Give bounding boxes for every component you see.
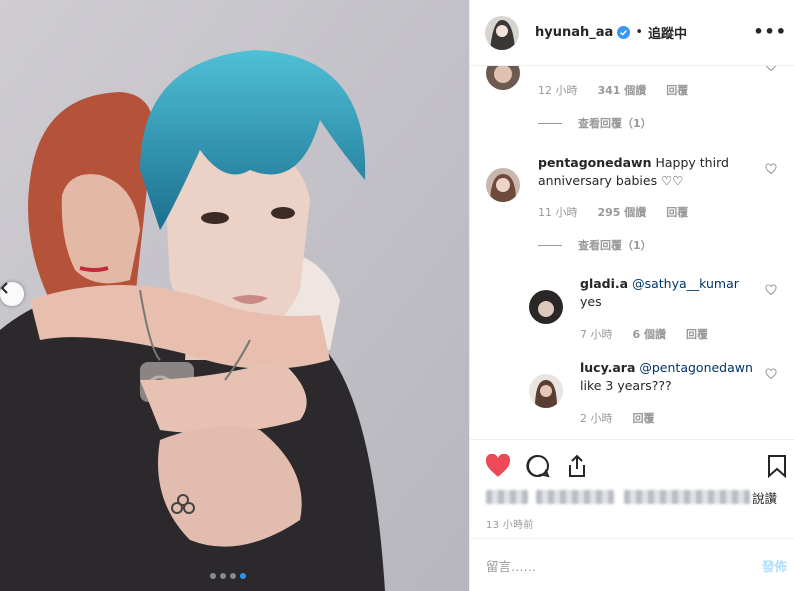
carousel-dot-active bbox=[240, 573, 246, 579]
comment-icon[interactable] bbox=[525, 454, 551, 478]
reply-body: yes bbox=[580, 294, 602, 309]
heart-outline-icon[interactable] bbox=[765, 66, 777, 72]
commenter-avatar-image bbox=[486, 66, 520, 90]
reply-button[interactable]: 回覆 bbox=[633, 410, 655, 426]
reply-mention[interactable]: @sathya__kumar bbox=[632, 276, 739, 291]
view-replies-button[interactable]: 查看回覆（1） bbox=[538, 237, 652, 253]
comment-input[interactable]: 留言…… bbox=[486, 556, 536, 575]
view-replies-label: 查看回覆（1） bbox=[578, 239, 652, 252]
commenter-avatar[interactable] bbox=[529, 290, 563, 324]
reply-meta: 7 小時 6 個讚 回覆 bbox=[580, 326, 728, 342]
reply-username[interactable]: gladi.a bbox=[580, 276, 628, 291]
reply-button[interactable]: 回覆 bbox=[686, 326, 708, 342]
liked-by-blurred bbox=[486, 490, 528, 504]
author-username[interactable]: hyunah_aa bbox=[535, 25, 613, 40]
likes-tail: 說讚 bbox=[752, 490, 778, 506]
view-replies-button[interactable]: 查看回覆（1） bbox=[538, 115, 652, 131]
comment-time[interactable]: 12 小時 bbox=[538, 82, 578, 98]
reply-button[interactable]: 回覆 bbox=[666, 82, 688, 98]
bookmark-icon[interactable] bbox=[767, 454, 787, 478]
post-comment-button[interactable]: 發佈 bbox=[762, 556, 787, 575]
post-photo[interactable] bbox=[0, 0, 469, 591]
reply-mention[interactable]: @pentagonedawn bbox=[639, 360, 753, 375]
post-actions: 說讚 13 小時前 bbox=[470, 439, 794, 537]
comment-meta: 12 小時 341 個讚 回覆 bbox=[538, 82, 708, 98]
comment-text: pentagonedawn Happy third anniversary ba… bbox=[538, 154, 758, 190]
carousel-indicator bbox=[210, 573, 246, 579]
verified-badge-icon bbox=[617, 26, 631, 39]
comment-username[interactable]: pentagonedawn bbox=[538, 155, 651, 170]
previous-photo-button[interactable] bbox=[0, 282, 24, 306]
following-button[interactable]: 追蹤中 bbox=[648, 23, 687, 42]
commenter-avatar[interactable] bbox=[486, 66, 520, 90]
reply-body: like 3 years??? bbox=[580, 378, 672, 393]
heart-filled-icon[interactable] bbox=[485, 454, 511, 478]
liked-by-blurred bbox=[624, 490, 750, 504]
author-avatar-image bbox=[485, 15, 519, 50]
replies-divider bbox=[538, 244, 562, 246]
carousel-dot bbox=[210, 573, 216, 579]
replies-divider bbox=[538, 122, 562, 124]
add-comment-bar: 留言…… 發佈 bbox=[470, 538, 794, 591]
carousel-dot bbox=[230, 573, 236, 579]
post-sidebar: hyunah_aa • 追蹤中 ••• 12 小時 341 個讚 回覆 查看回覆… bbox=[469, 0, 794, 591]
commenter-avatar-image bbox=[529, 374, 563, 408]
more-options-button[interactable]: ••• bbox=[753, 22, 787, 41]
comment-likes[interactable]: 341 個讚 bbox=[598, 82, 647, 98]
author-avatar[interactable] bbox=[485, 15, 519, 50]
liked-by-blurred bbox=[536, 490, 614, 504]
post-header: hyunah_aa • 追蹤中 ••• bbox=[470, 0, 794, 66]
header-separator: • bbox=[635, 25, 643, 40]
carousel-dot bbox=[220, 573, 226, 579]
reply-button[interactable]: 回覆 bbox=[666, 204, 688, 220]
reply-meta: 2 小時 回覆 bbox=[580, 410, 675, 426]
commenter-avatar[interactable] bbox=[529, 374, 563, 408]
share-icon[interactable] bbox=[565, 454, 589, 478]
comment-body-line2: anniversary babies ♡♡ bbox=[538, 173, 684, 188]
comment-body: Happy third bbox=[655, 155, 729, 170]
reply-username[interactable]: lucy.ara bbox=[580, 360, 635, 375]
likes-summary[interactable]: 說讚 bbox=[486, 488, 777, 506]
reply-text: gladi.a @sathya__kumar yes bbox=[580, 275, 760, 311]
commenter-avatar-image bbox=[486, 168, 520, 202]
reply-likes[interactable]: 6 個讚 bbox=[633, 326, 666, 342]
comment-meta: 11 小時 295 個讚 回覆 bbox=[538, 204, 708, 220]
heart-outline-icon[interactable] bbox=[765, 163, 777, 175]
heart-outline-icon[interactable] bbox=[765, 368, 777, 380]
reply-time[interactable]: 2 小時 bbox=[580, 410, 613, 426]
heart-outline-icon[interactable] bbox=[765, 284, 777, 296]
view-replies-label: 查看回覆（1） bbox=[578, 117, 652, 130]
commenter-avatar-image bbox=[529, 290, 563, 324]
comment-likes[interactable]: 295 個讚 bbox=[598, 204, 647, 220]
reply-text: lucy.ara @pentagonedawn like 3 years??? bbox=[580, 359, 770, 395]
post-time[interactable]: 13 小時前 bbox=[486, 516, 534, 531]
reply-time[interactable]: 7 小時 bbox=[580, 326, 613, 342]
commenter-avatar[interactable] bbox=[486, 168, 520, 202]
chevron-left-icon bbox=[0, 282, 8, 294]
comments-list: 12 小時 341 個讚 回覆 查看回覆（1） pentagonedawn Ha… bbox=[470, 66, 794, 439]
photo-illustration bbox=[0, 0, 469, 591]
comment-time[interactable]: 11 小時 bbox=[538, 204, 578, 220]
